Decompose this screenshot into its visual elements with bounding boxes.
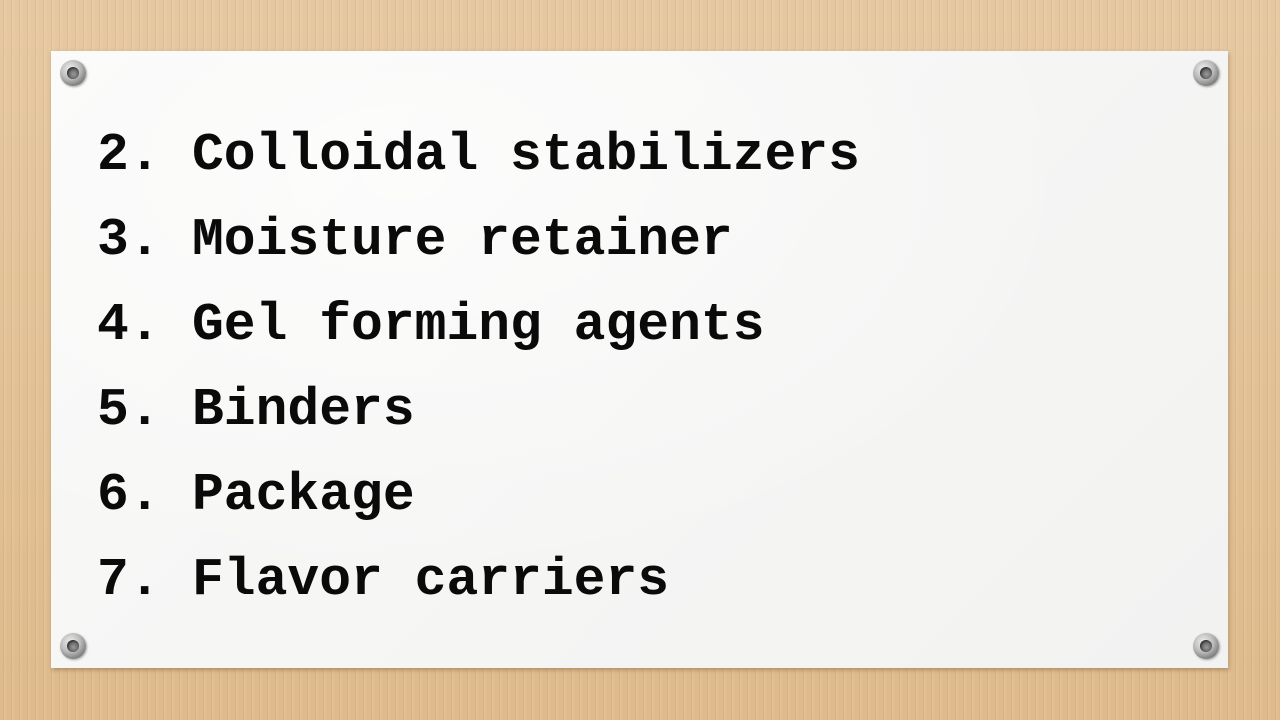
list-item-text: Binders [192, 380, 415, 440]
grommet-icon [1193, 60, 1219, 86]
numbered-list: 2. Colloidal stabilizers 3. Moisture retai… [97, 123, 860, 633]
list-item-number: 3. [97, 210, 161, 270]
list-item-text: Package [192, 465, 415, 525]
list-item-text: Gel forming agents [192, 295, 765, 355]
list-item: 5. Binders [97, 378, 860, 463]
list-item-number: 7. [97, 550, 161, 610]
list-item-number: 2. [97, 125, 161, 185]
list-item: 6. Package [97, 463, 860, 548]
whiteboard-panel: 2. Colloidal stabilizers 3. Moisture retai… [51, 51, 1228, 668]
list-item-text: Moisture retainer [192, 210, 733, 270]
list-item-text: Flavor carriers [192, 550, 670, 610]
grommet-icon [1193, 633, 1219, 659]
list-item-number: 4. [97, 295, 161, 355]
grommet-icon [60, 633, 86, 659]
grommet-icon [60, 60, 86, 86]
list-item-number: 5. [97, 380, 161, 440]
list-item: 3. Moisture retainer [97, 208, 860, 293]
list-item: 4. Gel forming agents [97, 293, 860, 378]
list-item-number: 6. [97, 465, 161, 525]
list-item: 2. Colloidal stabilizers [97, 123, 860, 208]
list-item: 7. Flavor carriers [97, 548, 860, 633]
list-item-text: Colloidal stabilizers [192, 125, 860, 185]
